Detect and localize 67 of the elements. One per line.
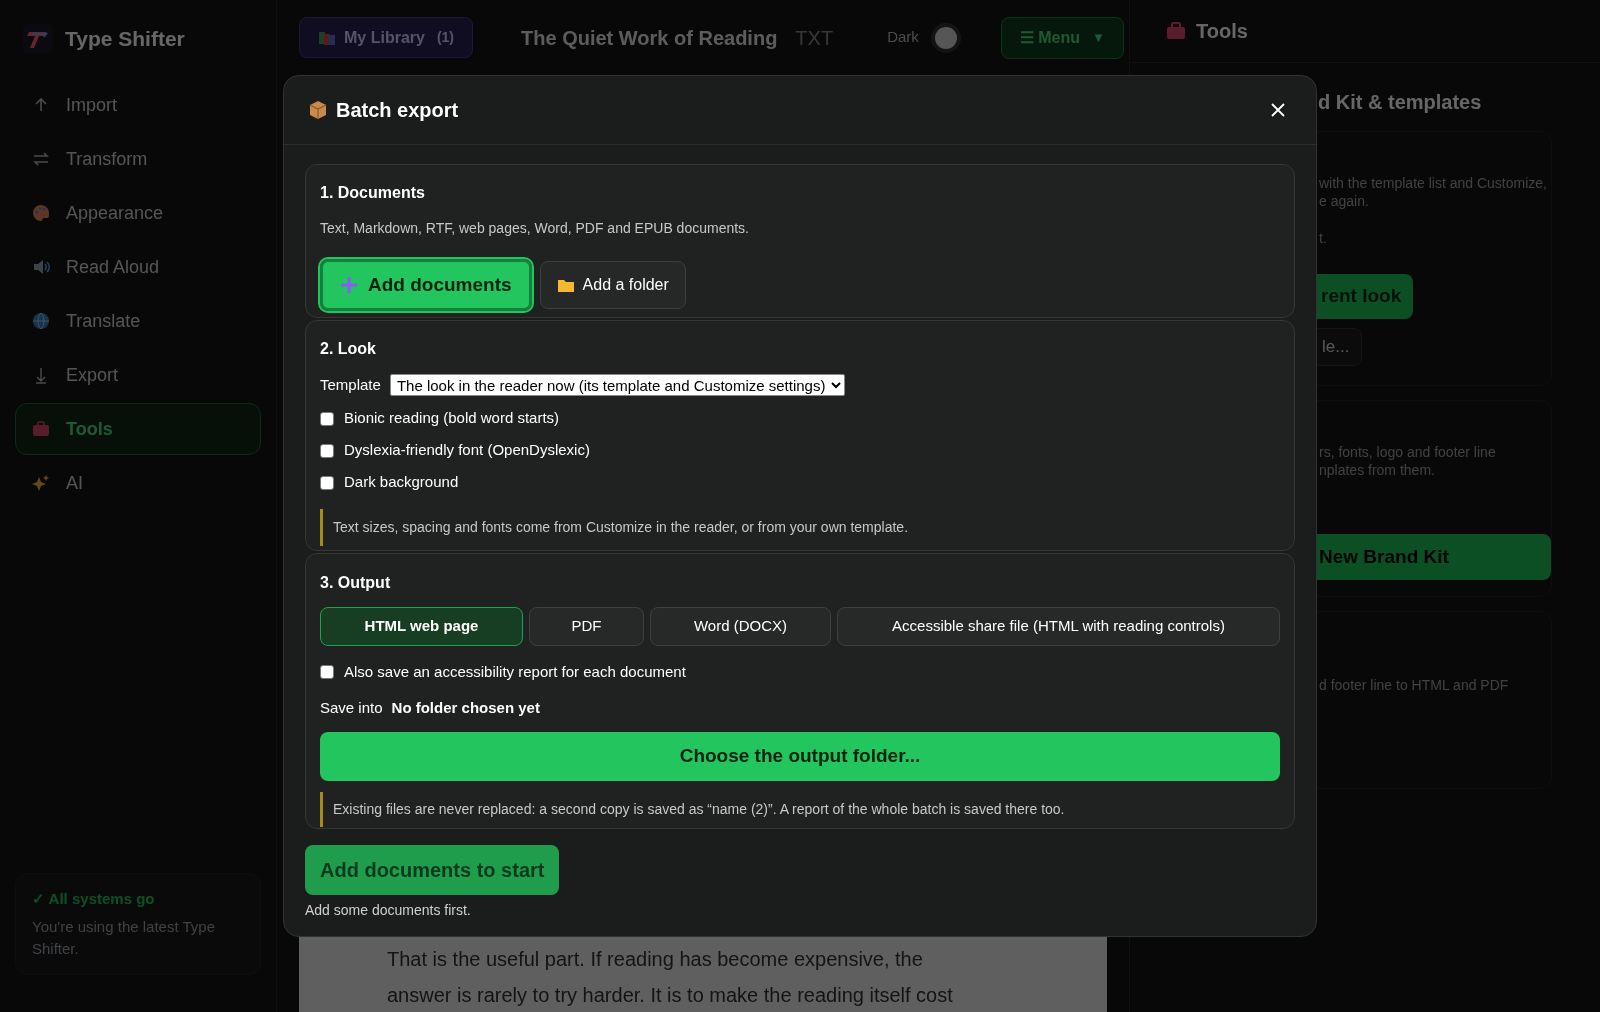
card-text: with the template list and Customize, (1319, 174, 1548, 192)
info-note: Existing files are never replaced: a second copy is saved as “name (2)”. A report of the whole batch is saved there too. (333, 799, 1065, 819)
speaker-icon (32, 258, 50, 276)
checkbox-label: Also save an accessibility report for each document (344, 661, 686, 682)
format-tab[interactable]: PDF (529, 607, 644, 646)
checkbox-label: Dyslexia-friendly font (OpenDyslexic) (344, 440, 590, 461)
panel-title: Tools (1196, 19, 1248, 44)
section-heading: d Kit & templates (1318, 90, 1483, 115)
close-icon (1270, 102, 1286, 118)
checkbox[interactable] (320, 665, 334, 679)
sidebar-item[interactable]: Transform (15, 133, 261, 185)
checkbox[interactable] (320, 411, 334, 426)
card-text: d footer line to HTML and PDF (1319, 676, 1510, 694)
section-heading: 1. Documents (320, 183, 426, 203)
template-label: Template (320, 375, 381, 395)
books-icon (318, 29, 336, 46)
section-heading: 3. Output (320, 573, 392, 593)
checkbox-label: Bionic reading (bold word starts) (344, 408, 560, 429)
package-icon (308, 100, 328, 120)
save-into-value: No folder chosen yet (391, 698, 540, 718)
status-title: ✓ All systems go (32, 888, 156, 909)
format-tab[interactable]: Word (DOCX) (650, 607, 831, 646)
sidebar-item[interactable]: Appearance (15, 187, 261, 239)
document-title: The Quiet Work of Reading (521, 25, 778, 51)
card-text: nplates from them. (1319, 461, 1436, 479)
template-dropdown[interactable]: The look in the reader now (its template and Customize settings) (389, 374, 845, 397)
app-title: Type Shifter (65, 26, 185, 53)
format-tab[interactable]: HTML web page (320, 607, 523, 646)
swap-arrows-icon (32, 150, 50, 168)
dialog-title: Batch export (336, 98, 459, 123)
section-heading: 2. Look (320, 339, 377, 359)
dark-toggle[interactable] (930, 22, 961, 53)
format-tab[interactable]: Accessible share file (HTML with reading controls) (837, 607, 1280, 646)
sparkles-icon (32, 474, 50, 492)
body-text-line: answer is rarely to try harder. It is to make the reading itself cost (387, 983, 954, 1007)
sidebar-item[interactable]: AI (15, 457, 261, 509)
library-button[interactable]: My Library (1) (299, 17, 474, 58)
info-note: Text sizes, spacing and fonts come from Customize in the reader, or from your own template. (333, 517, 909, 537)
body-text-line: That is the useful part. If reading has become expensive, the (387, 947, 924, 971)
hint-text: Add some documents first. (305, 901, 472, 920)
globe-icon (32, 312, 50, 330)
checkbox-label: Dark background (344, 472, 459, 493)
choose-folder-button[interactable]: Choose the output folder... (320, 731, 1280, 781)
card-text: e again. (1319, 192, 1370, 210)
sidebar-item[interactable]: Translate (15, 295, 261, 347)
folder-icon (556, 277, 575, 293)
sidebar-item[interactable]: Import (15, 79, 261, 131)
sidebar-item[interactable]: Export (15, 349, 261, 401)
sidebar-item[interactable]: Tools (15, 403, 261, 455)
add-documents-button[interactable]: Add documents (320, 259, 532, 311)
add-folder-button[interactable]: Add a folder (539, 261, 686, 309)
checkbox[interactable] (320, 475, 334, 490)
save-into-label: Save into (320, 698, 383, 718)
plus-icon (340, 276, 358, 294)
sidebar-item[interactable]: Read Aloud (15, 241, 261, 293)
start-button[interactable]: Add documents to start (305, 845, 560, 895)
checkbox[interactable] (320, 443, 334, 458)
toolbox-icon (32, 420, 50, 438)
card-text: rs, fonts, logo and footer line (1319, 443, 1497, 461)
toolbox-icon (1166, 22, 1186, 40)
logo-icon (23, 24, 53, 54)
status-text: You're using the latest Type Shifter. (32, 917, 216, 959)
section-description: Text, Markdown, RTF, web pages, Word, PDF and EPUB documents. (320, 219, 750, 238)
toggle-label: Dark (887, 27, 919, 48)
palette-icon (32, 204, 50, 222)
card-text: t. (1319, 229, 1328, 248)
menu-button[interactable]: ☰ Menu ▼ (1000, 16, 1124, 59)
